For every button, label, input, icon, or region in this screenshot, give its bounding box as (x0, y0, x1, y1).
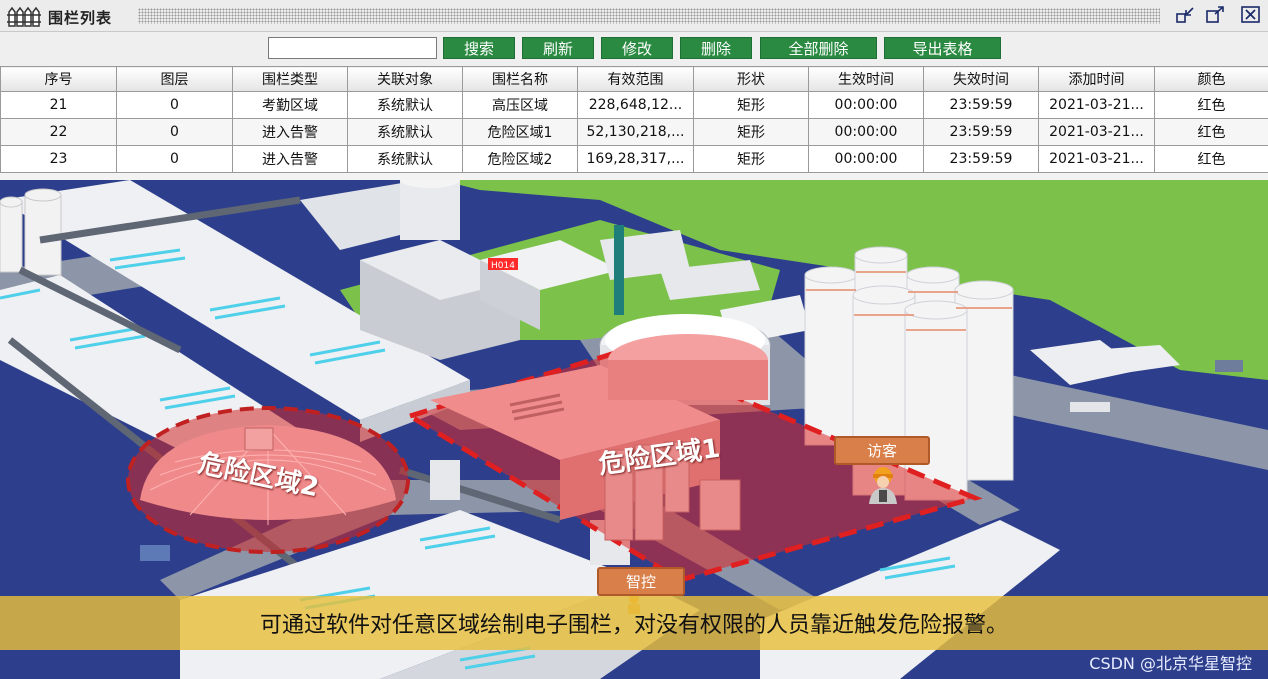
table-cell: 红色 (1154, 91, 1268, 119)
table-cell: 169,28,317,... (577, 145, 694, 173)
table-cell: 2021-03-21... (1038, 145, 1155, 173)
table-row[interactable]: 21 0 考勤区域 系统默认 高压区域 228,648,12... 矩形 00:00:00 23… (0, 91, 1268, 119)
column-header[interactable]: 序号 (0, 66, 117, 92)
table-cell: 00:00:00 (808, 118, 924, 146)
table-cell: 危险区域1 (462, 118, 578, 146)
table-cell: 矩形 (693, 145, 809, 173)
table-cell: 红色 (1154, 118, 1268, 146)
table-header-row: 序号 图层 围栏类型 关联对象 围栏名称 有效范围 形状 生效时间 失效时间 添加时间 颜色 (0, 66, 1268, 92)
table-cell: 23 (0, 145, 117, 173)
table-cell: 0 (116, 145, 233, 173)
table-cell: 228,648,12... (577, 91, 694, 119)
table-cell: 系统默认 (347, 91, 463, 119)
toolbar: 搜索 刷新 修改 删除 全部删除 导出表格 (0, 32, 1268, 66)
table-row[interactable]: 22 0 进入告警 系统默认 危险区域1 52,130,218,... 矩形 00:00:00… (0, 118, 1268, 146)
column-header[interactable]: 关联对象 (347, 66, 463, 92)
delete-all-button[interactable]: 全部删除 (760, 37, 877, 59)
title-bar: 围栏列表 (0, 0, 1268, 32)
table-cell: 考勤区域 (232, 91, 348, 119)
table-row[interactable]: 23 0 进入告警 系统默认 危险区域2 169,28,317,... 矩形 00:00:00… (0, 145, 1268, 173)
delete-button[interactable]: 删除 (680, 37, 752, 59)
column-header[interactable]: 图层 (116, 66, 233, 92)
column-header[interactable]: 生效时间 (808, 66, 924, 92)
building-tag: H014 (491, 261, 515, 271)
table-cell: 危险区域2 (462, 145, 578, 173)
table-cell: 22 (0, 118, 117, 146)
table-cell: 52,130,218,... (577, 118, 694, 146)
table-cell: 23:59:59 (923, 145, 1039, 173)
fence-table: 序号 图层 围栏类型 关联对象 围栏名称 有效范围 形状 生效时间 失效时间 添加时间 颜色 21 0… (0, 66, 1268, 180)
column-header[interactable]: 围栏类型 (232, 66, 348, 92)
table-cell: 00:00:00 (808, 91, 924, 119)
column-header[interactable]: 有效范围 (577, 66, 694, 92)
visitor-label[interactable]: 访客 (834, 436, 930, 465)
table-cell: 进入告警 (232, 118, 348, 146)
edit-button[interactable]: 修改 (601, 37, 673, 59)
table-cell: 23:59:59 (923, 118, 1039, 146)
table-cell: 00:00:00 (808, 145, 924, 173)
table-cell: 0 (116, 91, 233, 119)
table-cell: 矩形 (693, 118, 809, 146)
export-table-button[interactable]: 导出表格 (884, 37, 1001, 59)
column-header[interactable]: 围栏名称 (462, 66, 578, 92)
table-cell: 21 (0, 91, 117, 119)
table-cell: 红色 (1154, 145, 1268, 173)
table-cell: 系统默认 (347, 145, 463, 173)
minimize-icon[interactable] (1174, 5, 1196, 25)
table-cell: 2021-03-21... (1038, 91, 1155, 119)
table-cell: 2021-03-21... (1038, 118, 1155, 146)
refresh-button[interactable]: 刷新 (522, 37, 594, 59)
table-cell: 23:59:59 (923, 91, 1039, 119)
table-cell: 高压区域 (462, 91, 578, 119)
caption-subtitle: 可通过软件对任意区域绘制电子围栏，对没有权限的人员靠近触发危险报警。 (0, 596, 1268, 650)
search-input[interactable] (268, 37, 437, 59)
window-title: 围栏列表 (48, 9, 113, 27)
table-cell: 矩形 (693, 91, 809, 119)
table-cell: 0 (116, 118, 233, 146)
fence-icon (7, 6, 41, 27)
column-header[interactable]: 形状 (693, 66, 809, 92)
title-bar-texture (138, 8, 1160, 24)
search-button[interactable]: 搜索 (443, 37, 515, 59)
control-label[interactable]: 智控 (597, 567, 685, 596)
column-header[interactable]: 颜色 (1154, 66, 1268, 92)
maximize-icon[interactable] (1204, 5, 1226, 25)
app-window: 围栏列表 搜索 刷新 修改 删除 全部删除 导出表格 序号 图层 围栏类型 关联… (0, 0, 1268, 679)
table-cell: 系统默认 (347, 118, 463, 146)
watermark: CSDN @北京华星智控 (1089, 654, 1252, 673)
column-header[interactable]: 失效时间 (923, 66, 1039, 92)
close-icon[interactable] (1240, 5, 1262, 25)
table-cell: 进入告警 (232, 145, 348, 173)
column-header[interactable]: 添加时间 (1038, 66, 1155, 92)
